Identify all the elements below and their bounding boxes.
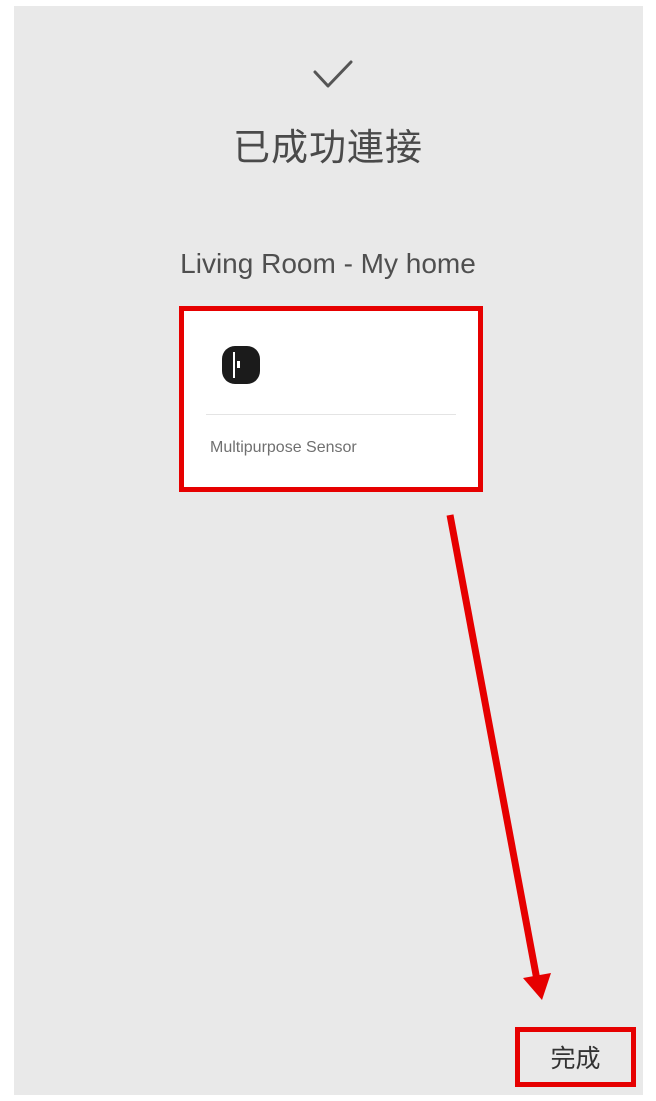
checkmark-icon [313,60,353,88]
connection-status-title: 已成功連接 [233,126,423,169]
card-divider [206,414,456,415]
location-label: Living Room - My home [180,248,476,279]
done-button-label: 完成 [550,1044,601,1073]
device-name: Multipurpose Sensor [210,439,357,456]
done-button[interactable]: 完成 [515,1027,636,1087]
multipurpose-sensor-icon [222,346,260,384]
device-card[interactable]: Multipurpose Sensor [183,309,479,489]
